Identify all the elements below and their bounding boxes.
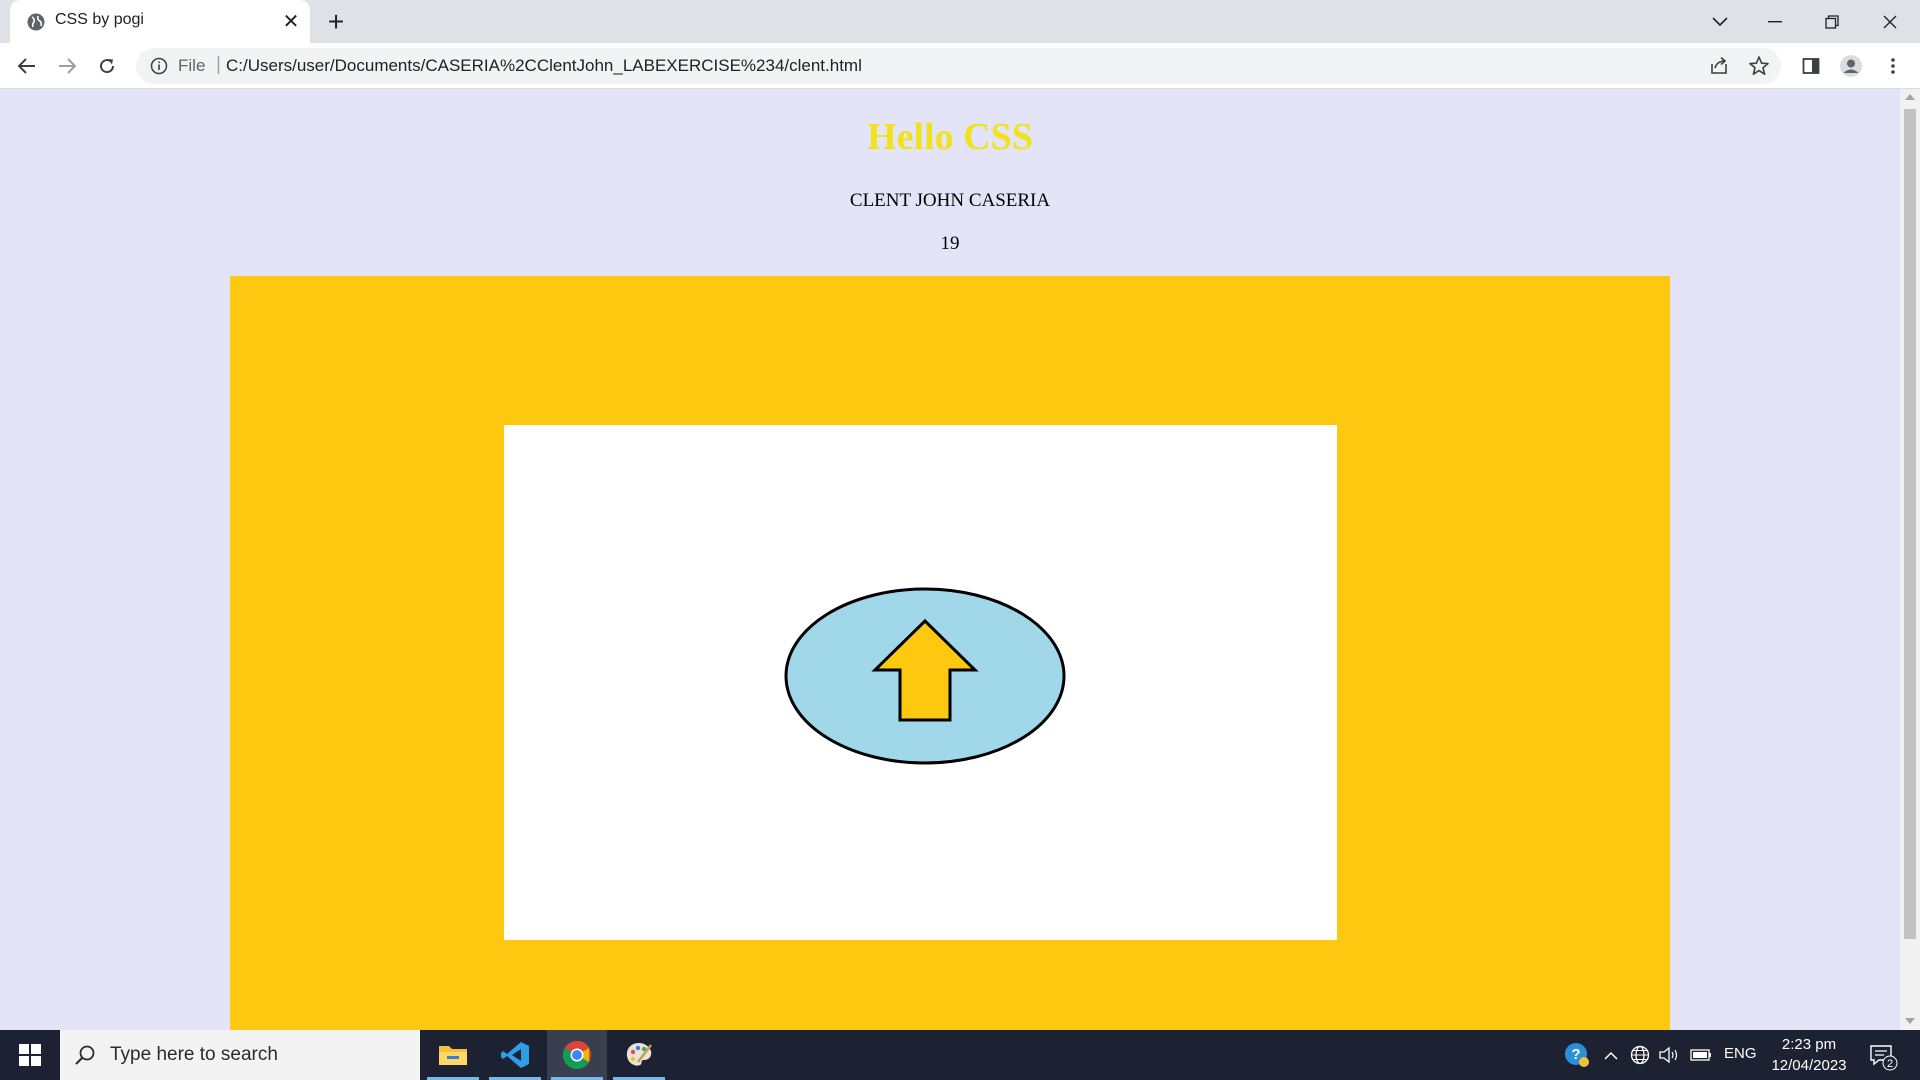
profile-avatar-icon — [1840, 55, 1862, 77]
reload-icon — [100, 59, 115, 74]
browser-tab[interactable]: CSS by pogi ✕ — [10, 0, 310, 43]
share-icon[interactable] — [1708, 55, 1730, 77]
address-url[interactable]: C:/Users/user/Documents/CASERIA%2CClentJ… — [226, 56, 862, 76]
forward-arrow-icon — [59, 58, 76, 74]
notification-center-button[interactable]: 2 — [1868, 1041, 1898, 1071]
taskbar-paint[interactable] — [609, 1030, 669, 1080]
scroll-down-arrow-icon[interactable] — [1905, 1018, 1915, 1024]
bookmark-star-icon[interactable] — [1748, 55, 1770, 77]
forward-button[interactable] — [52, 51, 82, 81]
taskbar: Type here to search ? ENG 2:23 pm 12/04/… — [0, 1030, 1920, 1080]
restore-icon — [1825, 14, 1839, 29]
more-vertical-icon — [1891, 58, 1895, 74]
back-button[interactable] — [12, 51, 42, 81]
side-panel-icon — [1802, 58, 1820, 74]
scrollbar-thumb[interactable] — [1904, 109, 1916, 939]
minimize-icon — [1768, 20, 1782, 22]
speaker-icon — [1659, 1046, 1678, 1064]
yellow-container — [230, 276, 1670, 1030]
address-divider: | — [216, 54, 221, 75]
close-icon — [1883, 15, 1897, 28]
chevron-down-icon — [1712, 16, 1728, 26]
profile-button[interactable] — [1836, 51, 1866, 81]
page-heading: Hello CSS — [867, 116, 1033, 158]
taskbar-file-explorer[interactable] — [423, 1030, 483, 1080]
browser-toolbar: File | C:/Users/user/Documents/CASERIA%2… — [0, 43, 1920, 89]
browser-menu-button[interactable] — [1878, 51, 1908, 81]
battery-tray-button[interactable] — [1688, 1042, 1714, 1068]
battery-icon — [1690, 1049, 1711, 1061]
start-button[interactable] — [0, 1030, 60, 1080]
scroll-up-arrow-icon[interactable] — [1905, 94, 1915, 100]
tab-search-button[interactable] — [1695, 0, 1745, 43]
globe-network-icon — [1630, 1045, 1650, 1065]
address-bar[interactable]: File | C:/Users/user/Documents/CASERIA%2… — [136, 48, 1781, 84]
new-tab-button[interactable]: + — [322, 6, 350, 37]
student-age: 19 — [940, 233, 960, 254]
show-hidden-icons-button[interactable] — [1598, 1042, 1624, 1068]
notification-count: 2 — [1887, 1058, 1893, 1070]
upload-button[interactable] — [784, 587, 1066, 765]
clock-time: 2:23 pm — [1781, 1036, 1837, 1053]
globe-icon — [27, 13, 45, 31]
chrome-icon — [563, 1041, 591, 1069]
restore-button[interactable] — [1807, 0, 1857, 43]
info-icon[interactable] — [150, 57, 168, 75]
close-tab-icon[interactable]: ✕ — [280, 10, 302, 33]
taskbar-clock[interactable]: 2:23 pm 12/04/2023 — [1766, 1034, 1852, 1076]
taskbar-vscode[interactable] — [485, 1030, 545, 1080]
network-tray-button[interactable] — [1627, 1042, 1653, 1068]
taskbar-search-box[interactable]: Type here to search — [60, 1030, 420, 1080]
clock-date: 12/04/2023 — [1771, 1057, 1847, 1074]
student-name: CLENT JOHN CASERIA — [849, 190, 1051, 211]
close-window-button[interactable] — [1865, 0, 1915, 43]
svg-text:?: ? — [1571, 1046, 1580, 1063]
reload-button[interactable] — [92, 51, 122, 81]
minimize-button[interactable] — [1750, 0, 1800, 43]
back-arrow-icon — [18, 58, 35, 74]
vertical-scrollbar[interactable] — [1900, 89, 1920, 1030]
page-viewport: Hello CSS CLENT JOHN CASERIA 19 — [0, 89, 1900, 1030]
search-placeholder: Type here to search — [110, 1044, 278, 1065]
windows-logo-icon — [19, 1044, 41, 1066]
side-panel-button[interactable] — [1796, 51, 1826, 81]
address-scheme: File — [178, 56, 206, 75]
vscode-icon — [501, 1042, 529, 1068]
help-tray-button[interactable]: ? — [1564, 1042, 1590, 1068]
search-icon — [75, 1045, 95, 1065]
tab-title: CSS by pogi — [55, 11, 144, 28]
language-indicator[interactable]: ENG — [1724, 1045, 1757, 1062]
folder-icon — [439, 1046, 467, 1065]
help-icon: ? — [1565, 1043, 1589, 1067]
chevron-up-icon — [1604, 1051, 1618, 1060]
paint-palette-icon — [626, 1043, 652, 1066]
white-panel — [504, 425, 1337, 940]
browser-tab-strip: CSS by pogi ✕ + — [0, 0, 1920, 43]
taskbar-chrome[interactable] — [547, 1030, 607, 1080]
volume-tray-button[interactable] — [1656, 1042, 1682, 1068]
